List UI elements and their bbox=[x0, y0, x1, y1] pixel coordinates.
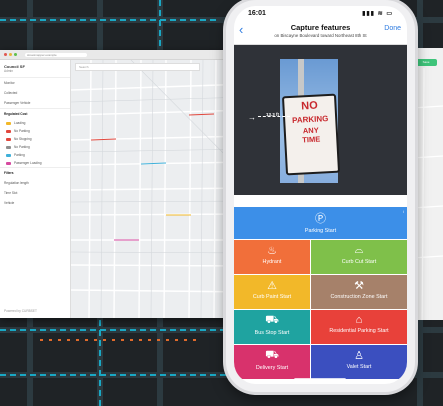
legend-swatch bbox=[6, 161, 11, 165]
curb-cut-icon: ⌓ bbox=[354, 244, 364, 256]
tile-curb-cut-start[interactable]: ⌓ Curb Cut Start bbox=[311, 240, 407, 274]
street-grid-map[interactable] bbox=[70, 59, 250, 318]
tile-label: Hydrant bbox=[262, 259, 282, 265]
filter-row[interactable]: Vehicle bbox=[0, 198, 70, 208]
legend-item[interactable]: No Parking bbox=[0, 143, 70, 151]
project-subtitle: Admin bbox=[4, 69, 14, 73]
parking-icon: Ⓟ bbox=[315, 213, 326, 225]
secondary-map[interactable] bbox=[412, 68, 443, 320]
section-regulated[interactable]: Regulated Cost bbox=[0, 108, 70, 119]
bus-icon: ⛟ bbox=[265, 314, 279, 326]
legend-label: Loading bbox=[14, 121, 26, 125]
phone-screen: 16:01 ▮▮▮ ≋ ▭ ‹ Capture features on Bisc… bbox=[234, 6, 407, 384]
legend-swatch bbox=[6, 137, 11, 141]
sidebar-row-vehicle[interactable]: Passenger Vehicle bbox=[0, 98, 70, 108]
captured-photo: NO PARKING ANY TIME bbox=[280, 59, 341, 183]
tile-valet-start[interactable]: ♙ Valet Start bbox=[311, 345, 407, 379]
tile-delivery-start[interactable]: ⛟ Delivery Start bbox=[234, 345, 310, 379]
tile-label: Parking Start bbox=[304, 228, 337, 234]
status-bar: 16:01 ▮▮▮ ≋ ▭ bbox=[234, 6, 407, 20]
legend-item[interactable]: Parking bbox=[0, 151, 70, 159]
legend-swatch bbox=[6, 145, 11, 149]
navigation-bar: ‹ Capture features on Biscayne Boulevard… bbox=[234, 20, 407, 45]
legend-label: No Parking bbox=[14, 129, 30, 133]
filter-row[interactable]: Time Slot bbox=[0, 188, 70, 198]
legend-swatch bbox=[6, 121, 11, 125]
legend-item[interactable]: No Stopping bbox=[0, 135, 70, 143]
tile-label: Curb Paint Start bbox=[252, 294, 292, 300]
section-filters[interactable]: Filters bbox=[0, 167, 70, 178]
tile-curb-paint-start[interactable]: ⚠ Curb Paint Start bbox=[234, 275, 310, 309]
save-button[interactable]: Save bbox=[415, 59, 437, 66]
tile-bus-stop-start[interactable]: ⛟ Bus Stop Start bbox=[234, 310, 310, 344]
maximize-dot-icon[interactable] bbox=[14, 53, 17, 56]
close-dot-icon[interactable] bbox=[4, 53, 7, 56]
tile-residential-parking-start[interactable]: ⌂ Residential Parking Start bbox=[311, 310, 407, 344]
tile-label: Construction Zone Start bbox=[330, 294, 388, 300]
sidebar-row-monitor[interactable]: Monitor bbox=[0, 78, 70, 88]
tile-label: Residential Parking Start bbox=[329, 328, 389, 334]
tile-label: Bus Stop Start bbox=[254, 330, 290, 336]
construction-icon: ⚒ bbox=[354, 280, 364, 292]
legend-swatch bbox=[6, 129, 11, 133]
legend-label: No Stopping bbox=[14, 137, 32, 141]
legend-label: No Parking bbox=[14, 145, 30, 149]
home-indicator[interactable] bbox=[294, 378, 346, 381]
tile-hydrant[interactable]: ♨ Hydrant bbox=[234, 240, 310, 274]
tile-label: Delivery Start bbox=[255, 365, 289, 371]
sign-line: PARKING bbox=[291, 114, 329, 125]
feature-tile-grid: Ⓟ Parking Start i ♨ Hydrant ⌓ Curb Cut S… bbox=[234, 207, 407, 384]
legend-swatch bbox=[6, 153, 11, 157]
secondary-window: Save bbox=[412, 48, 443, 320]
sign-line: NO bbox=[300, 99, 319, 113]
curb-paint-icon: ⚠ bbox=[267, 280, 277, 292]
legend-item[interactable]: No Parking bbox=[0, 127, 70, 135]
distance-label: 13.3 ft bbox=[266, 112, 280, 117]
hydrant-icon: ♨ bbox=[267, 245, 277, 257]
tile-label: Curb Cut Start bbox=[341, 259, 377, 265]
position-arrow-icon: → bbox=[248, 113, 256, 122]
info-icon[interactable]: i bbox=[403, 209, 404, 214]
filter-row[interactable]: Regulation length bbox=[0, 178, 70, 188]
legend-item[interactable]: Passenger Loading bbox=[0, 159, 70, 167]
sign-line: TIME bbox=[302, 134, 321, 145]
browser-bar: streetmapper.example bbox=[0, 50, 250, 60]
minimize-dot-icon[interactable] bbox=[9, 53, 12, 56]
no-parking-sign: NO PARKING ANY TIME bbox=[281, 93, 341, 176]
url-field[interactable]: streetmapper.example bbox=[25, 52, 87, 57]
status-time: 16:01 bbox=[248, 9, 266, 17]
sidebar-header: Council SF Admin bbox=[0, 60, 70, 78]
desktop-app-window: streetmapper.example Council SF Admin Mo… bbox=[0, 50, 250, 318]
done-button[interactable]: Done bbox=[384, 25, 401, 32]
phone-frame: 16:01 ▮▮▮ ≋ ▭ ‹ Capture features on Bisc… bbox=[226, 0, 415, 392]
legend-label: Passenger Loading bbox=[14, 161, 42, 165]
sidebar: Council SF Admin Monitor Collected Passe… bbox=[0, 60, 71, 318]
tile-label: Valet Start bbox=[346, 364, 372, 370]
search-input[interactable]: Search bbox=[75, 63, 200, 71]
signal-battery-icon: ▮▮▮ ≋ ▭ bbox=[362, 10, 393, 17]
screen-title: Capture features bbox=[290, 23, 351, 32]
legend-item[interactable]: Loading bbox=[0, 119, 70, 127]
tile-parking-start[interactable]: Ⓟ Parking Start i bbox=[234, 207, 407, 239]
screen-subtitle: on Biscayne Boulevard toward Northeast 8… bbox=[274, 33, 367, 38]
sidebar-footer: Powered by CURBSET bbox=[4, 309, 37, 313]
delivery-truck-icon: ⛟ bbox=[265, 349, 279, 361]
legend-label: Parking bbox=[14, 153, 25, 157]
valet-icon: ♙ bbox=[354, 350, 364, 362]
map-view[interactable]: Search bbox=[70, 59, 250, 318]
residential-icon: ⌂ bbox=[355, 314, 363, 326]
tile-construction-zone-start[interactable]: ⚒ Construction Zone Start bbox=[311, 275, 407, 309]
sidebar-row-collected[interactable]: Collected bbox=[0, 88, 70, 98]
camera-capture-view[interactable]: NO PARKING ANY TIME → 13.3 ft bbox=[234, 45, 407, 195]
